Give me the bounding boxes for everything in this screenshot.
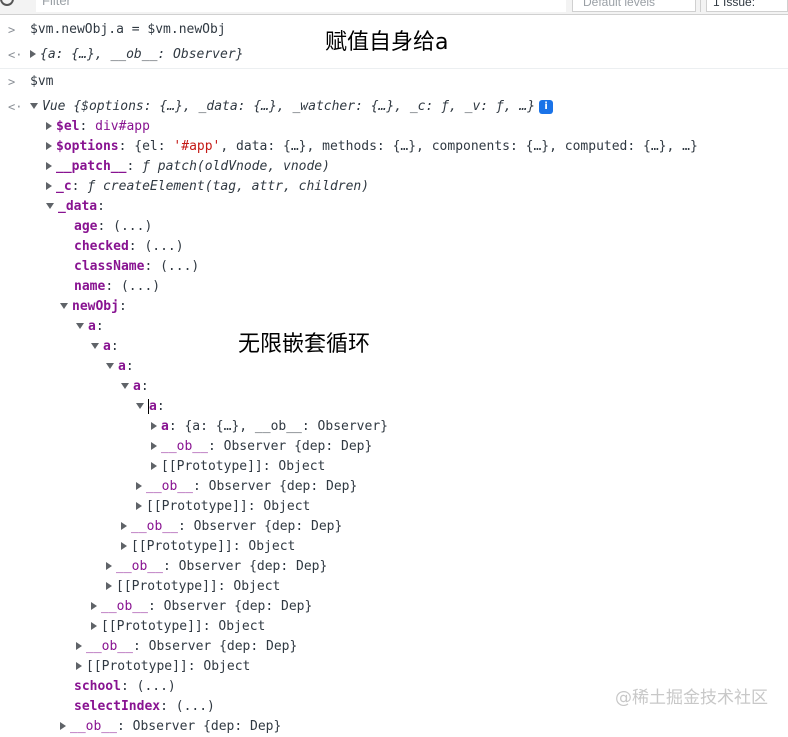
collapse-triangle-icon[interactable] bbox=[46, 202, 54, 209]
collapse-triangle-icon[interactable] bbox=[76, 322, 84, 329]
prop-row-ob[interactable]: __ob__: Observer {dep: Dep} bbox=[136, 477, 357, 497]
prop-row-a-level5[interactable]: a: bbox=[136, 397, 165, 417]
prop-row-ob[interactable]: __ob__: Observer {dep: Dep} bbox=[91, 597, 312, 617]
collapse-triangle-icon[interactable] bbox=[106, 362, 114, 369]
annotation-infinite-nesting: 无限嵌套循环 bbox=[238, 332, 371, 357]
console-input-line: $vm.newObj.a = $vm.newObj bbox=[30, 22, 226, 37]
prop-row-ob[interactable]: __ob__: Observer {dep: Dep} bbox=[60, 717, 281, 737]
collapse-triangle-icon[interactable] bbox=[91, 342, 99, 349]
prop-row-options[interactable]: $options: {el: '#app', data: {…}, method… bbox=[46, 137, 698, 157]
prop-row-ob[interactable]: __ob__: Observer {dep: Dep} bbox=[121, 517, 342, 537]
expand-triangle-icon[interactable] bbox=[46, 141, 52, 150]
prop-row-ob[interactable]: __ob__: Observer {dep: Dep} bbox=[106, 557, 327, 577]
console-toolbar: Filter Default levels 1 Issue: bbox=[0, 0, 788, 15]
prop-row-el[interactable]: $el: div#app bbox=[46, 117, 150, 137]
expand-triangle-icon[interactable] bbox=[76, 641, 82, 650]
prop-row-ob[interactable]: __ob__: Observer {dep: Dep} bbox=[151, 437, 372, 457]
collapse-triangle-icon[interactable] bbox=[30, 102, 38, 109]
expand-triangle-icon[interactable] bbox=[46, 181, 52, 190]
prop-row-prototype[interactable]: [[Prototype]]: Object bbox=[76, 657, 250, 677]
prop-row-name[interactable]: name: (...) bbox=[74, 277, 160, 297]
expand-triangle-icon[interactable] bbox=[151, 441, 157, 450]
prop-row-selectindex[interactable]: selectIndex: (...) bbox=[74, 697, 215, 717]
prop-row-a-level2[interactable]: a: bbox=[91, 337, 119, 357]
log-levels-dropdown[interactable]: Default levels bbox=[572, 0, 696, 12]
expand-triangle-icon[interactable] bbox=[76, 661, 82, 670]
annotation-assign-self: 赋值自身给a bbox=[325, 30, 449, 55]
prop-row-c[interactable]: _c: ƒ createElement(tag, attr, children) bbox=[46, 177, 369, 197]
collapse-triangle-icon[interactable] bbox=[136, 402, 144, 409]
prop-row-age[interactable]: age: (...) bbox=[74, 217, 152, 237]
info-icon[interactable]: i bbox=[539, 99, 554, 114]
expand-triangle-icon[interactable] bbox=[121, 541, 127, 550]
collapse-triangle-icon[interactable] bbox=[121, 382, 129, 389]
toolbar-divider bbox=[700, 0, 701, 12]
prop-row-classname[interactable]: className: (...) bbox=[74, 257, 199, 277]
watermark: @稀土掘金技术社区 bbox=[615, 688, 768, 708]
issues-button[interactable]: 1 Issue: bbox=[706, 0, 788, 12]
input-prompt-icon: > bbox=[8, 75, 16, 89]
prop-row-a-level6[interactable]: a: {a: {…}, __ob__: Observer} bbox=[151, 417, 388, 437]
prop-row-a-level3[interactable]: a: bbox=[106, 357, 134, 377]
prop-row-ob[interactable]: __ob__: Observer {dep: Dep} bbox=[76, 637, 297, 657]
filter-input[interactable]: Filter bbox=[36, 0, 566, 12]
prop-row-data[interactable]: _data: bbox=[46, 197, 105, 217]
console-input-line: $vm bbox=[30, 74, 54, 89]
collapse-triangle-icon[interactable] bbox=[60, 302, 68, 309]
prop-row-newobj[interactable]: newObj: bbox=[60, 297, 127, 317]
expand-triangle-icon[interactable] bbox=[121, 521, 127, 530]
expand-triangle-icon[interactable] bbox=[46, 121, 52, 130]
prop-row-a-level4[interactable]: a: bbox=[121, 377, 149, 397]
prop-row-prototype[interactable]: [[Prototype]]: Object bbox=[121, 537, 295, 557]
prop-row-school[interactable]: school: (...) bbox=[74, 677, 176, 697]
console-result-line[interactable]: {a: {…}, __ob__: Observer} bbox=[30, 45, 244, 65]
prop-row-patch[interactable]: __patch__: ƒ patch(oldVnode, vnode) bbox=[46, 157, 330, 177]
prop-row-prototype[interactable]: [[Prototype]]: Object bbox=[136, 497, 310, 517]
prop-row-prototype[interactable]: [[Prototype]]: Object bbox=[91, 617, 265, 637]
expand-triangle-icon[interactable] bbox=[151, 461, 157, 470]
prop-row-checked[interactable]: checked: (...) bbox=[74, 237, 184, 257]
vue-instance-row[interactable]: Vue {$options: {…}, _data: {…}, _watcher… bbox=[30, 97, 554, 117]
expand-triangle-icon[interactable] bbox=[91, 621, 97, 630]
expand-triangle-icon[interactable] bbox=[91, 601, 97, 610]
prop-row-prototype[interactable]: [[Prototype]]: Object bbox=[106, 577, 280, 597]
expand-triangle-icon[interactable] bbox=[106, 581, 112, 590]
expand-triangle-icon[interactable] bbox=[30, 49, 36, 58]
result-arrow-icon: <· bbox=[8, 48, 23, 62]
prop-row-prototype[interactable]: [[Prototype]]: Object bbox=[151, 457, 325, 477]
prop-row-a-level1[interactable]: a: bbox=[76, 317, 104, 337]
result-arrow-icon: <· bbox=[8, 100, 23, 114]
expand-triangle-icon[interactable] bbox=[46, 161, 52, 170]
expand-triangle-icon[interactable] bbox=[151, 421, 157, 430]
expand-triangle-icon[interactable] bbox=[136, 501, 142, 510]
filter-icon[interactable] bbox=[0, 0, 14, 6]
input-prompt-icon: > bbox=[8, 23, 16, 37]
expand-triangle-icon[interactable] bbox=[106, 561, 112, 570]
expand-triangle-icon[interactable] bbox=[136, 481, 142, 490]
entry-divider bbox=[0, 68, 788, 69]
